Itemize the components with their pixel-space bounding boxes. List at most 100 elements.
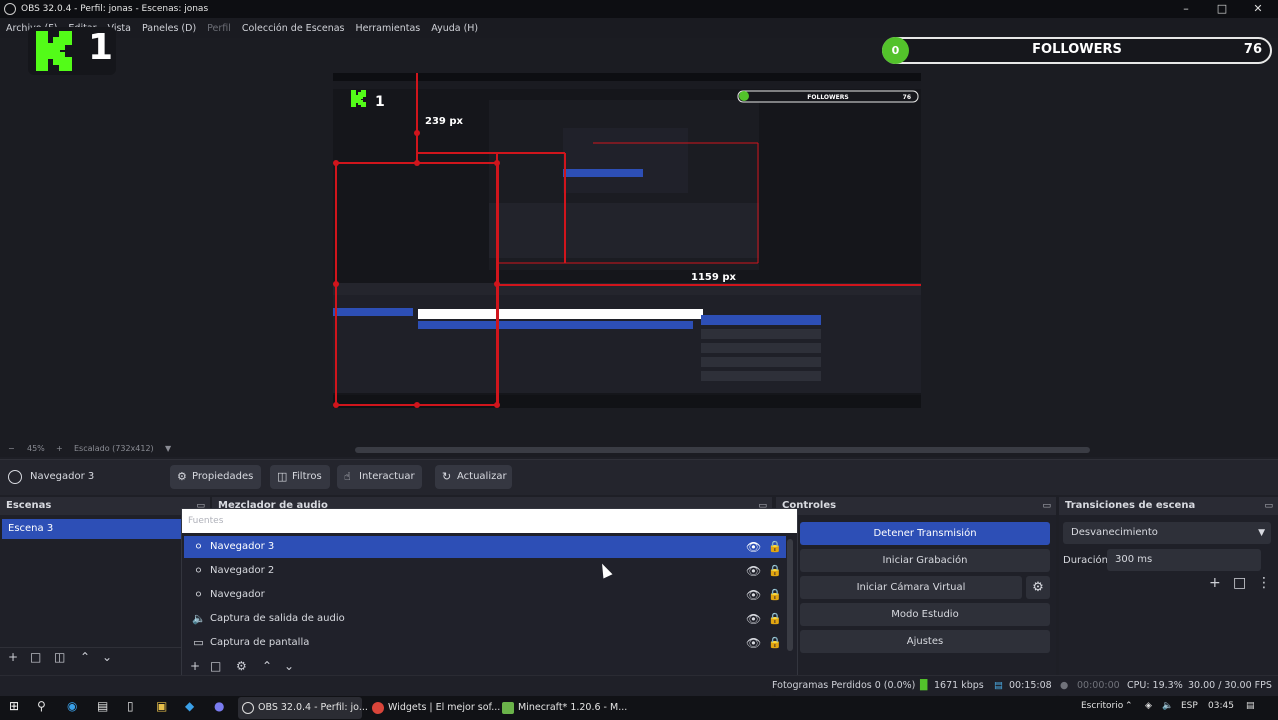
zoom-out-button[interactable]: − xyxy=(8,444,15,453)
dock-popout-icon[interactable]: ▭ xyxy=(1042,497,1051,515)
language-indicator[interactable]: ESP xyxy=(1181,701,1198,711)
taskbar-obs[interactable]: OBS 32.0.4 - Perfil: jo... xyxy=(238,697,368,719)
scenes-header: Escenas ▭ xyxy=(0,497,210,515)
lock-icon[interactable]: 🔒 xyxy=(768,608,782,630)
visibility-eye-icon[interactable]: 👁 xyxy=(746,560,761,582)
source-row[interactable]: ⚪ Navegador 3 👁 🔒 xyxy=(184,536,786,558)
chevron-down-icon: ▼ xyxy=(1258,528,1265,538)
source-row[interactable]: 🔈 Captura de salida de audio 👁 🔒 xyxy=(184,608,786,630)
more-options-icon[interactable]: ⋮ xyxy=(1257,575,1271,591)
windows-start-icon[interactable]: ⊞ xyxy=(9,699,19,713)
menu-herramientas[interactable]: Herramientas xyxy=(356,23,421,34)
visibility-eye-icon[interactable]: 👁 xyxy=(746,536,761,558)
stream-icon: ▤ xyxy=(994,680,1003,691)
scene-item[interactable]: Escena 3 xyxy=(2,519,208,539)
lock-icon[interactable]: 🔒 xyxy=(768,632,782,654)
visibility-eye-icon[interactable]: 👁 xyxy=(746,608,761,630)
globe-icon xyxy=(8,470,22,484)
minimize-button[interactable]: – xyxy=(1168,0,1204,18)
add-source-icon[interactable]: + xyxy=(190,659,200,673)
nested-label-239: 239 px xyxy=(425,116,464,127)
globe-icon: ⚪ xyxy=(193,588,204,601)
move-up-icon[interactable]: ⌃ xyxy=(262,659,272,673)
menu-coleccion[interactable]: Colección de Escenas xyxy=(242,23,345,34)
properties-button[interactable]: ⚙ Propiedades xyxy=(170,465,261,489)
obs-icon xyxy=(242,702,254,714)
taskbar-chrome-label: Widgets | El mejor sof... xyxy=(388,702,501,713)
store-icon[interactable]: ▤ xyxy=(97,699,108,713)
settings-button[interactable]: Ajustes xyxy=(800,630,1050,653)
stop-stream-button[interactable]: Detener Transmisión xyxy=(800,522,1050,545)
interact-button[interactable]: ☝ Interactuar xyxy=(337,465,422,489)
menu-bar: Archivo (F) Editar Vista Paneles (D) Per… xyxy=(0,18,1278,38)
taskbar-chrome[interactable]: Widgets | El mejor sof... xyxy=(368,697,500,719)
filters-button[interactable]: ◫ Filtros xyxy=(270,465,330,489)
scenes-toolbar: + □ ◫ ⌃ ⌄ xyxy=(0,647,190,667)
visibility-eye-icon[interactable]: 👁 xyxy=(746,584,761,606)
followers-widget: 0 FOLLOWERS 76 xyxy=(882,37,1272,64)
lock-icon[interactable]: 🔒 xyxy=(768,584,782,606)
zoom-dropdown-icon[interactable]: ▼ xyxy=(165,444,171,453)
notifications-icon[interactable]: ▤ xyxy=(1246,701,1255,711)
taskbar-obs-label: OBS 32.0.4 - Perfil: jo... xyxy=(258,702,368,713)
source-row[interactable]: ⚪ Navegador 2 👁 🔒 xyxy=(184,560,786,582)
volume-icon[interactable]: 🔈 xyxy=(1162,701,1173,711)
zoom-in-button[interactable]: + xyxy=(56,444,63,453)
close-button[interactable]: ✕ xyxy=(1240,0,1276,18)
lock-icon[interactable]: 🔒 xyxy=(768,536,782,558)
signal-bars-icon: █ xyxy=(920,680,928,691)
globe-icon: ⚪ xyxy=(193,564,204,577)
menu-paneles[interactable]: Paneles (D) xyxy=(142,23,196,34)
kick-logo-icon xyxy=(36,31,72,71)
preview-hscrollbar[interactable] xyxy=(355,447,1090,453)
sources-panel: Fuentes ⚪ Navegador 3 👁 🔒 ⚪ Navegador 2 … xyxy=(181,508,798,680)
kick-count: 1 xyxy=(88,27,114,68)
add-transition-icon[interactable]: + xyxy=(1209,575,1221,591)
nested-followers-count: 76 xyxy=(903,94,911,101)
tray-overflow-icon[interactable]: ⌃ xyxy=(1125,701,1133,711)
preview-canvas[interactable]: 1 0 FOLLOWERS 76 FOLLOWERS 76 1 239 px 1… xyxy=(0,27,1278,443)
virtual-camera-settings-gear-icon[interactable]: ⚙ xyxy=(1026,576,1050,599)
studio-mode-button[interactable]: Modo Estudio xyxy=(800,603,1050,626)
cpu-usage: CPU: 19.3% xyxy=(1127,680,1183,691)
globe-icon: ⚪ xyxy=(193,540,204,553)
refresh-button[interactable]: ↻ Actualizar xyxy=(435,465,512,489)
search-icon[interactable]: ⚲ xyxy=(37,699,46,713)
menu-perfil[interactable]: Perfil xyxy=(207,23,231,34)
dock-popout-icon[interactable]: ▭ xyxy=(1264,497,1273,515)
discord-icon[interactable]: ● xyxy=(214,699,224,713)
window-title: OBS 32.0.4 - Perfil: jonas - Escenas: jo… xyxy=(21,4,209,14)
lock-icon[interactable]: 🔒 xyxy=(768,560,782,582)
speaker-icon: 🔈 xyxy=(192,612,206,625)
sources-scrollbar[interactable] xyxy=(787,539,793,651)
taskbar-minecraft[interactable]: Minecraft* 1.20.6 - M... xyxy=(498,697,627,719)
move-up-icon[interactable]: ⌃ xyxy=(80,650,90,664)
source-toolbar: Navegador 3 ⚙ Propiedades ◫ Filtros ☝ In… xyxy=(0,459,1278,495)
duration-input[interactable]: 300 ms xyxy=(1107,549,1261,571)
source-row[interactable]: ▭ Captura de pantalla 👁 🔒 xyxy=(184,632,786,654)
clock[interactable]: 03:45 xyxy=(1208,701,1234,711)
move-down-icon[interactable]: ⌄ xyxy=(102,650,112,664)
edge-browser-icon[interactable]: ◉ xyxy=(67,699,77,713)
source-properties-gear-icon[interactable]: ⚙ xyxy=(236,659,247,673)
desktop-label[interactable]: Escritorio xyxy=(1081,701,1123,711)
delete-transition-icon[interactable]: □ xyxy=(1233,575,1246,591)
refresh-label: Actualizar xyxy=(457,471,507,482)
source-row[interactable]: ⚪ Navegador 👁 🔒 xyxy=(184,584,786,606)
folder-icon[interactable]: ▣ xyxy=(156,699,167,713)
maximize-button[interactable]: □ xyxy=(1204,0,1240,18)
delete-source-icon[interactable]: □ xyxy=(210,659,221,673)
network-icon[interactable]: ◈ xyxy=(1145,701,1152,711)
file-icon[interactable]: ▯ xyxy=(127,699,134,713)
app-icon[interactable]: ◆ xyxy=(185,699,194,713)
transition-select[interactable]: Desvanecimiento ▼ xyxy=(1063,522,1271,544)
visibility-eye-icon[interactable]: 👁 xyxy=(746,632,761,654)
delete-scene-icon[interactable]: □ xyxy=(30,650,41,664)
move-down-icon[interactable]: ⌄ xyxy=(284,659,294,673)
scene-filters-icon[interactable]: ◫ xyxy=(54,650,65,664)
add-scene-icon[interactable]: + xyxy=(8,650,18,664)
start-recording-button[interactable]: Iniciar Grabación xyxy=(800,549,1050,572)
start-virtual-camera-button[interactable]: Iniciar Cámara Virtual xyxy=(800,576,1022,599)
menu-ayuda[interactable]: Ayuda (H) xyxy=(431,23,478,34)
properties-label: Propiedades xyxy=(192,471,254,482)
